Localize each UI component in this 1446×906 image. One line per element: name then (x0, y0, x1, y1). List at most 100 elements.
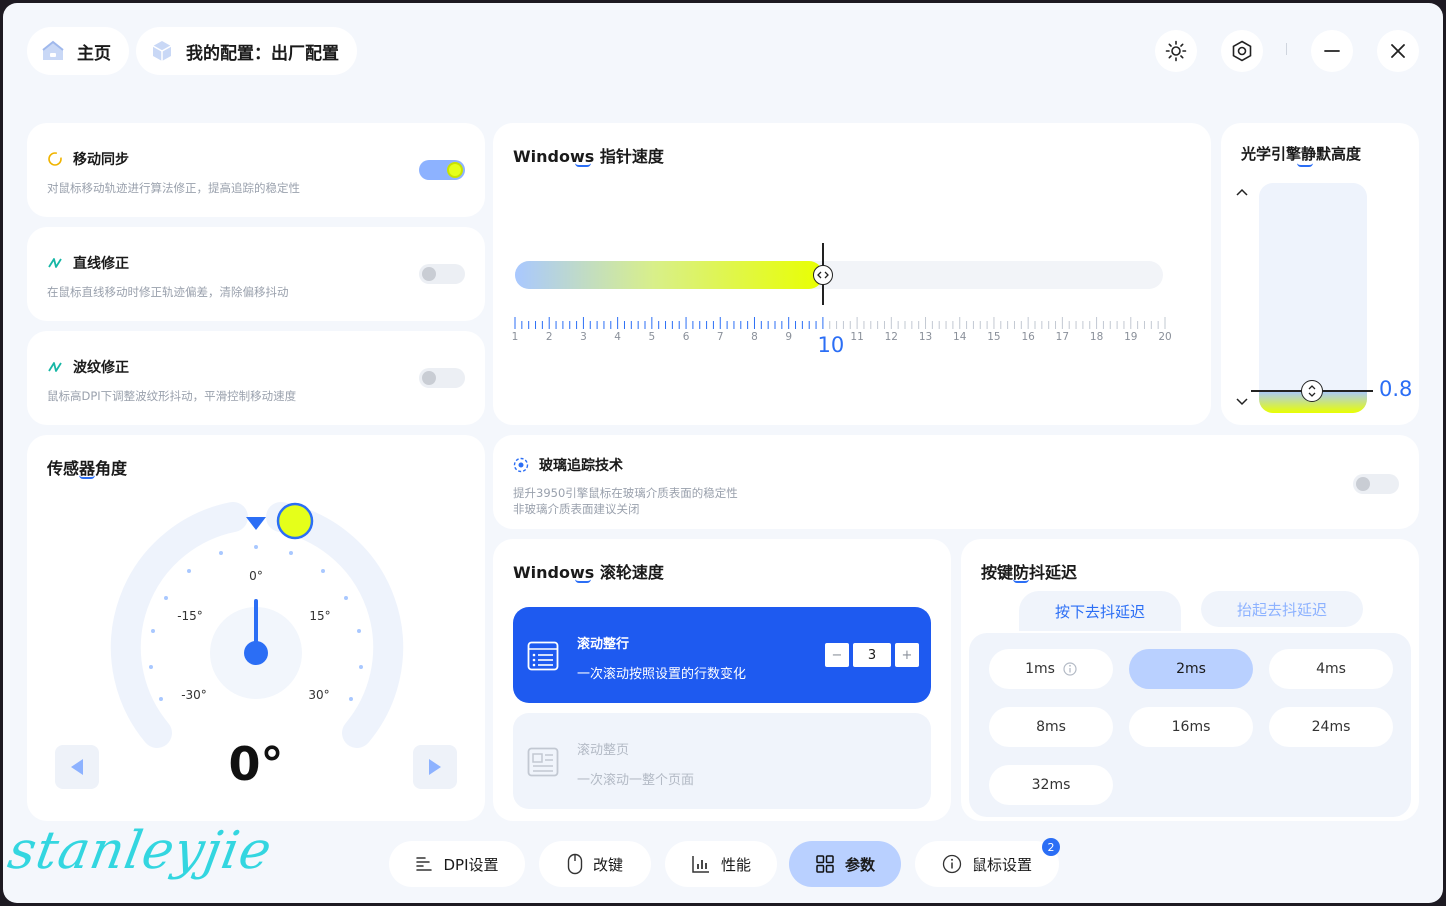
angle-increase-button[interactable] (413, 745, 457, 789)
ruler-tick-label: 19 (1124, 331, 1138, 343)
motion-sync-toggle[interactable] (419, 160, 465, 180)
ruler-tick-label: 18 (1089, 331, 1104, 343)
profile-button[interactable]: 我的配置：出厂配置 (136, 27, 357, 75)
scroll-line-option[interactable]: 滚动整行 一次滚动按照设置的行数变化 − 3 + (513, 607, 931, 703)
info-circle-icon (942, 854, 962, 874)
ripple-control-title: 波纹修正 (73, 360, 129, 376)
scroll-page-title: 滚动整页 (577, 743, 630, 758)
scroll-line-desc: 一次滚动按照设置的行数变化 (577, 667, 747, 682)
dpi-bars-icon (416, 857, 433, 871)
nav-dpi-settings[interactable]: DPI设置 (389, 841, 525, 887)
cube-icon (152, 41, 172, 61)
triangle-left-icon (71, 759, 83, 775)
angle-label-pos30: 30° (308, 688, 330, 702)
minimize-button[interactable] (1311, 30, 1353, 72)
mouse-icon (567, 853, 583, 875)
nav-performance[interactable]: 性能 (665, 841, 777, 887)
ruler-tick-label: 1 (511, 331, 519, 343)
ripple-control-card: 波纹修正 鼠标高DPI下调整波纹形抖动，平滑控制移动速度 (27, 331, 485, 425)
angle-snap-toggle[interactable] (419, 264, 465, 284)
ruler-tick-label: 20 (1158, 331, 1172, 343)
page-doc-icon (527, 747, 559, 777)
pointer-speed-ruler (514, 317, 1166, 329)
angle-label-pos15: 15° (309, 609, 331, 623)
scroll-page-option[interactable]: 滚动整页 一次滚动一整个页面 (513, 713, 931, 809)
close-button[interactable] (1377, 30, 1419, 72)
glass-tracking-card: 玻璃追踪技术 提升3950引擎鼠标在玻璃介质表面的稳定性 非玻璃介质表面建议关闭 (493, 435, 1419, 529)
ruler-tick-label: 4 (614, 331, 621, 343)
scroll-page-desc: 一次滚动一整个页面 (577, 773, 695, 788)
debounce-option-4ms[interactable]: 4ms (1269, 649, 1393, 689)
ruler-tick-label: 12 (884, 331, 898, 343)
minimize-icon (1324, 50, 1340, 52)
glass-tracking-toggle[interactable] (1353, 474, 1399, 494)
lod-value: 0.8 (1379, 377, 1413, 401)
debounce-option-1ms[interactable]: 1ms (989, 649, 1113, 689)
angle-snap-card: 直线修正 在鼠标直线移动时修正轨迹偏差，清除偏移抖动 (27, 227, 485, 321)
ruler-tick-label: 11 (850, 331, 864, 343)
nav-mouse-settings[interactable]: 鼠标设置 (915, 841, 1059, 887)
debounce-option-2ms[interactable]: 2ms (1129, 649, 1253, 689)
home-label: 主页 (77, 43, 111, 64)
nav-parameters[interactable]: 参数 (789, 841, 901, 887)
ruler-tick-label: 6 (682, 331, 690, 343)
list-doc-icon (527, 641, 559, 671)
ripple-correct-icon (48, 362, 62, 372)
ruler-tick-label: 9 (785, 331, 793, 343)
scroll-lines-decrease[interactable]: − (825, 643, 849, 667)
debounce-options-panel: 1ms 2ms 4ms 8ms 16ms 24ms 32ms (969, 633, 1411, 817)
ruler-tick-label: 8 (751, 331, 758, 343)
glass-track-icon (513, 457, 529, 473)
glass-tracking-title: 玻璃追踪技术 (539, 458, 623, 474)
tab-release-debounce[interactable]: 抬起去抖延迟 (1201, 591, 1363, 627)
glass-tracking-desc-1: 提升3950引擎鼠标在玻璃介质表面的稳定性 (513, 486, 738, 500)
ruler-tick-label: 5 (648, 331, 656, 343)
ripple-control-desc: 鼠标高DPI下调整波纹形抖动，平滑控制移动速度 (47, 389, 297, 403)
debounce-option-16ms[interactable]: 16ms (1129, 707, 1253, 747)
app-window: 主页 我的配置：出厂配置 移动同步 对鼠标移动轨迹进行算法修正，提高追踪的稳定性… (3, 3, 1443, 903)
performance-chart-icon (692, 856, 709, 873)
debounce-card: 按键防抖延迟 按下去抖延迟 抬起去抖延迟 1ms 2ms 4ms 8ms 16m… (961, 539, 1419, 821)
sensor-angle-value: 0° (228, 737, 284, 791)
watermark-text: stanleyjie (3, 821, 277, 881)
ruler-tick-label: 15 (987, 331, 1001, 343)
nav-key-remap[interactable]: 改键 (539, 841, 651, 887)
scroll-speed-title: Windows 滚轮速度 (513, 563, 664, 583)
profile-label: 我的配置：出厂配置 (186, 43, 339, 64)
ruler-tick-label: 7 (716, 331, 724, 343)
lod-handle[interactable] (1301, 380, 1323, 402)
info-icon (1063, 662, 1077, 676)
tab-press-debounce[interactable]: 按下去抖延迟 (1019, 591, 1181, 631)
scroll-lines-input[interactable]: 3 (853, 643, 891, 667)
brightness-icon (1165, 40, 1187, 62)
angle-handle (276, 502, 314, 540)
angle-decrease-button[interactable] (55, 745, 99, 789)
home-button[interactable]: 主页 (27, 27, 129, 75)
ruler-tick-label: 3 (580, 331, 587, 343)
debounce-option-24ms[interactable]: 24ms (1269, 707, 1393, 747)
pointer-speed-fill (515, 261, 823, 289)
lod-track[interactable] (1259, 183, 1367, 413)
brightness-button[interactable] (1155, 30, 1197, 72)
settings-button[interactable] (1221, 30, 1263, 72)
mouse-settings-badge: 2 (1042, 838, 1060, 856)
debounce-option-32ms[interactable]: 32ms (989, 765, 1113, 805)
sensor-angle-card: 传感器角度 0° -15° 15° -30° 30° 0° (27, 435, 485, 821)
debounce-title: 按键防抖延迟 (981, 563, 1078, 583)
debounce-option-8ms[interactable]: 8ms (989, 707, 1113, 747)
angle-label-neg15: -15° (177, 609, 203, 623)
lod-title: 光学引擎静默高度 (1241, 143, 1361, 167)
grid-icon (816, 855, 834, 873)
ripple-control-toggle[interactable] (419, 368, 465, 388)
motion-sync-desc: 对鼠标移动轨迹进行算法修正，提高追踪的稳定性 (47, 181, 300, 195)
pointer-speed-title: Windows 指针速度 (513, 147, 664, 167)
angle-label-neg30: -30° (181, 688, 207, 702)
angle-snap-desc: 在鼠标直线移动时修正轨迹偏差，清除偏移抖动 (47, 285, 289, 299)
scroll-lines-increase[interactable]: + (895, 643, 919, 667)
home-icon (42, 40, 64, 60)
pointer-speed-handle[interactable] (812, 265, 833, 285)
circle-sync-icon (48, 152, 62, 166)
lod-up-icon[interactable] (1235, 187, 1249, 197)
motion-sync-card: 移动同步 对鼠标移动轨迹进行算法修正，提高追踪的稳定性 (27, 123, 485, 217)
lod-down-icon[interactable] (1235, 397, 1249, 407)
